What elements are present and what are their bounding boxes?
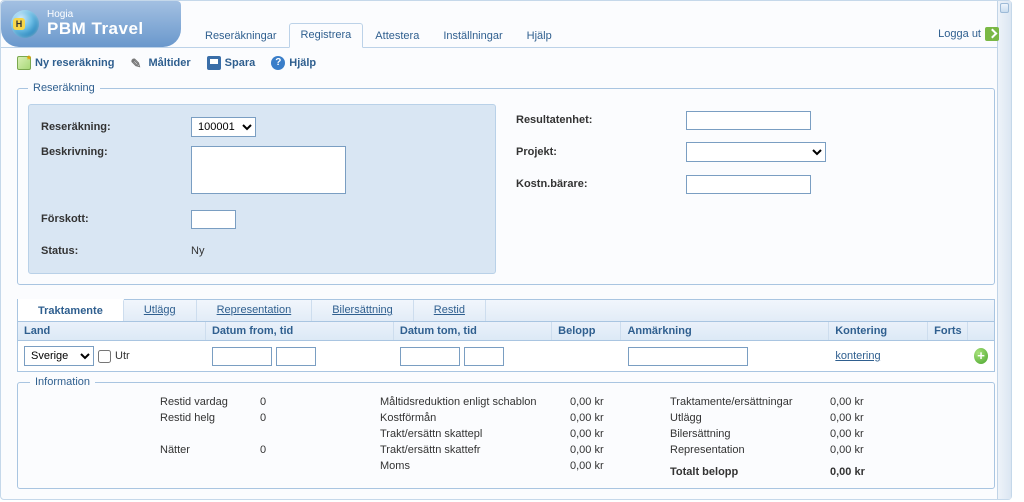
table-row: Sverige Utr kontering: [18, 341, 994, 371]
repr-value: 0,00 kr: [830, 442, 890, 458]
trakt-skattepl-label: Trakt/ersättn skattepl: [380, 426, 570, 442]
bilers-value: 0,00 kr: [830, 426, 890, 442]
forskott-label: Förskott:: [41, 213, 191, 225]
resultatenhet-label: Resultatenhet:: [516, 114, 686, 126]
nav-installningar[interactable]: Inställningar: [431, 24, 514, 48]
from-time-input[interactable]: [276, 347, 316, 366]
nav-registrera[interactable]: Registrera: [289, 23, 364, 48]
meals-button[interactable]: Måltider: [130, 56, 190, 70]
reserakning-select[interactable]: 100001: [191, 117, 256, 137]
information-fieldset: Information Restid vardag0 Restid helg0 …: [17, 376, 995, 489]
save-button[interactable]: Spara: [207, 56, 256, 70]
brand-text: Hogia PBM Travel: [47, 9, 144, 39]
th-land: Land: [18, 322, 206, 340]
sub-tabs: Traktamente Utlägg Representation Bilers…: [17, 299, 995, 322]
trakt-skattefr-label: Trakt/ersättn skattefr: [380, 442, 570, 458]
new-report-button[interactable]: Ny reseräkning: [17, 56, 114, 70]
tab-restid[interactable]: Restid: [414, 300, 486, 321]
to-date-input[interactable]: [400, 347, 460, 366]
help-label: Hjälp: [289, 57, 316, 69]
trakt-skattepl-value: 0,00 kr: [570, 426, 640, 442]
bilers-label: Bilersättning: [670, 426, 830, 442]
traktamente-label: Traktamente/ersättningar: [670, 394, 830, 410]
kostforman-label: Kostförmån: [380, 410, 570, 426]
help-icon: ?: [271, 56, 285, 70]
totalt-label: Totalt belopp: [670, 464, 830, 480]
pencil-icon: [130, 56, 144, 70]
save-label: Spara: [225, 57, 256, 69]
status-label: Status:: [41, 245, 191, 257]
logout-link[interactable]: Logga ut: [938, 27, 999, 47]
status-value: Ny: [191, 245, 204, 257]
traktamente-table: Land Datum from, tid Datum tom, tid Belo…: [17, 322, 995, 372]
projekt-label: Projekt:: [516, 146, 686, 158]
nav-reserakningar[interactable]: Reseräkningar: [193, 24, 289, 48]
traktamente-value: 0,00 kr: [830, 394, 890, 410]
kostnbarare-input[interactable]: [686, 175, 811, 194]
app-header: Hogia PBM Travel: [1, 1, 181, 47]
maltids-value: 0,00 kr: [570, 394, 640, 410]
help-button[interactable]: ? Hjälp: [271, 56, 316, 70]
utlagg-label: Utlägg: [670, 410, 830, 426]
fieldset-legend: Reseräkning: [28, 82, 100, 94]
forskott-input[interactable]: [191, 210, 236, 229]
trakt-skattefr-value: 0,00 kr: [570, 442, 640, 458]
tab-utlagg[interactable]: Utlägg: [124, 300, 197, 321]
natter-value: 0: [260, 442, 290, 458]
reserakning-label: Reseräkning:: [41, 121, 191, 133]
utr-label: Utr: [115, 350, 130, 362]
save-icon: [207, 56, 221, 70]
projekt-select[interactable]: [686, 142, 826, 162]
restid-vardag-label: Restid vardag: [160, 394, 260, 410]
vertical-scrollbar[interactable]: [997, 1, 1011, 499]
brand-big: PBM Travel: [47, 20, 144, 39]
th-anm: Anmärkning: [621, 322, 829, 340]
land-select[interactable]: Sverige: [24, 346, 94, 366]
to-time-input[interactable]: [464, 347, 504, 366]
toolbar: Ny reseräkning Måltider Spara ? Hjälp: [1, 48, 1011, 78]
tab-traktamente[interactable]: Traktamente: [18, 299, 124, 321]
utr-checkbox[interactable]: [98, 350, 111, 363]
th-forts: Forts: [928, 322, 968, 340]
nav-attestera[interactable]: Attestera: [363, 24, 431, 48]
beskrivning-textarea[interactable]: [191, 146, 346, 194]
tab-bilersattning[interactable]: Bilersättning: [312, 300, 414, 321]
restid-helg-label: Restid helg: [160, 410, 260, 426]
th-from: Datum from, tid: [206, 322, 394, 340]
meals-label: Måltider: [148, 57, 190, 69]
resultatenhet-input[interactable]: [686, 111, 811, 130]
beskrivning-label: Beskrivning:: [41, 146, 191, 158]
from-date-input[interactable]: [212, 347, 272, 366]
nav-hjalp[interactable]: Hjälp: [515, 24, 564, 48]
restid-helg-value: 0: [260, 410, 290, 426]
reserakning-fieldset: Reseräkning Reseräkning: 100001: [17, 82, 995, 285]
logout-icon: [985, 27, 999, 41]
kontering-link[interactable]: kontering: [835, 350, 880, 362]
info-legend: Information: [30, 376, 95, 388]
anm-input[interactable]: [628, 347, 748, 366]
moms-label: Moms: [380, 458, 570, 474]
logout-label: Logga ut: [938, 28, 981, 40]
th-belopp: Belopp: [552, 322, 621, 340]
kostnbarare-label: Kostn.bärare:: [516, 178, 686, 190]
kostforman-value: 0,00 kr: [570, 410, 640, 426]
th-kontering: Kontering: [829, 322, 928, 340]
add-row-button[interactable]: +: [974, 348, 988, 364]
new-icon: [17, 56, 31, 70]
maltids-label: Måltidsreduktion enligt schablon: [380, 394, 570, 410]
natter-label: Nätter: [160, 442, 260, 458]
utlagg-value: 0,00 kr: [830, 410, 890, 426]
tab-representation[interactable]: Representation: [197, 300, 313, 321]
totalt-value: 0,00 kr: [830, 464, 890, 480]
repr-label: Representation: [670, 442, 830, 458]
top-nav: Reseräkningar Registrera Attestera Instä…: [193, 1, 1011, 47]
app-logo-icon: [11, 10, 39, 38]
th-to: Datum tom, tid: [394, 322, 552, 340]
new-report-label: Ny reseräkning: [35, 57, 114, 69]
moms-value: 0,00 kr: [570, 458, 640, 474]
restid-vardag-value: 0: [260, 394, 290, 410]
